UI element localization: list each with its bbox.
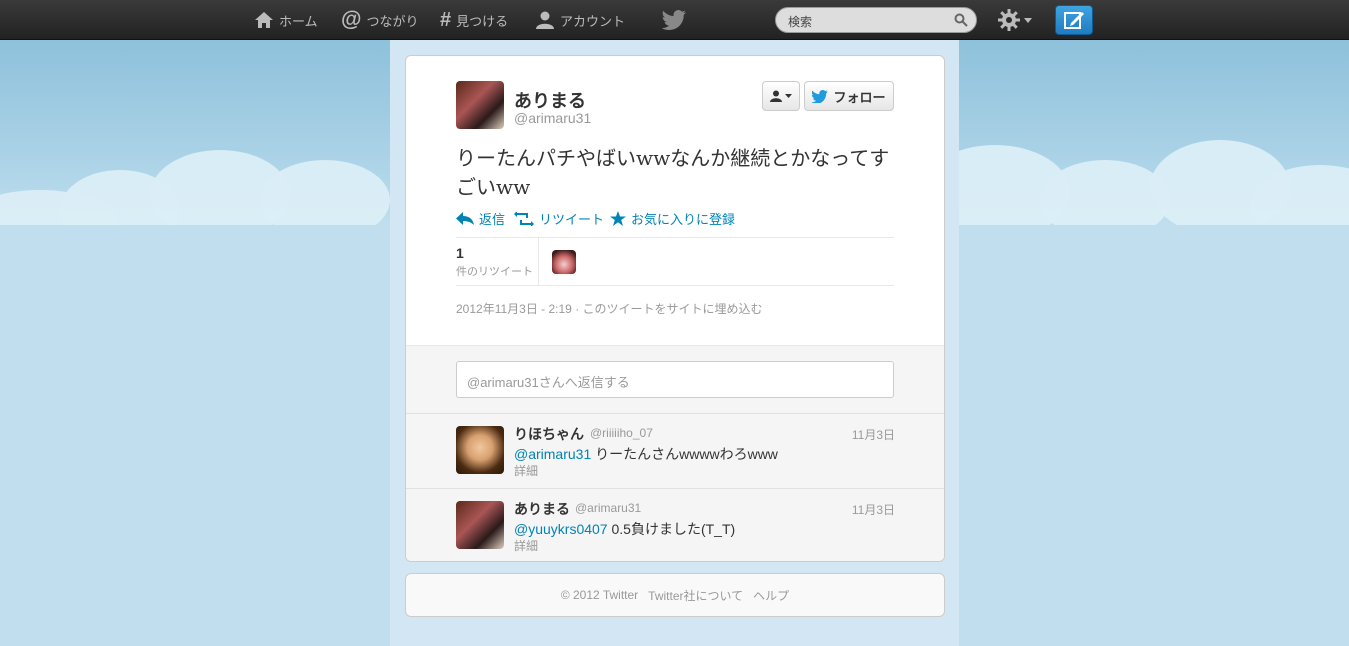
search-input[interactable]: 検索 bbox=[775, 7, 977, 33]
compose-tweet-button[interactable] bbox=[1055, 5, 1093, 35]
top-navigation-bar: ホーム @ つながり # 見つける アカウント 検索 bbox=[0, 0, 1349, 40]
nav-home-label: ホーム bbox=[279, 13, 318, 29]
reply-section: @arimaru31さんへ返信する りほちゃん @riiiiiho_07 11月… bbox=[406, 345, 944, 561]
reply-author-name[interactable]: りほちゃん bbox=[514, 424, 584, 444]
reply-placeholder: @arimaru31さんへ返信する bbox=[467, 375, 630, 390]
reply-detail-link[interactable]: 詳細 bbox=[514, 537, 538, 554]
reply-text: @arimaru31 りーたんさんwwwwわろwww bbox=[514, 444, 778, 464]
footer-about-link[interactable]: Twitter社について bbox=[648, 587, 743, 604]
reply-body: りーたんさんwwwwわろwww bbox=[591, 446, 778, 462]
chevron-down-icon bbox=[1024, 17, 1032, 23]
reply-action[interactable]: 返信 bbox=[456, 209, 505, 228]
reply-label: 返信 bbox=[479, 212, 506, 227]
divider bbox=[456, 285, 894, 286]
reply-author-handle[interactable]: @arimaru31 bbox=[575, 501, 641, 515]
stats-separator bbox=[538, 238, 539, 285]
user-actions-button[interactable] bbox=[762, 81, 800, 111]
chevron-down-icon bbox=[785, 94, 792, 98]
twitter-bird-icon bbox=[662, 10, 686, 30]
tweet-meta: 2012年11月3日 - 2:19 · このツイートをサイトに埋め込む bbox=[456, 302, 763, 316]
follow-label: フォロー bbox=[833, 89, 886, 105]
footer: © 2012 Twitter Twitter社について ヘルプ bbox=[405, 573, 945, 617]
retweet-icon bbox=[514, 211, 534, 226]
footer-copyright: © 2012 Twitter bbox=[560, 588, 639, 602]
reply-avatar[interactable] bbox=[456, 426, 504, 474]
follow-button[interactable]: フォロー bbox=[804, 81, 894, 111]
gear-icon bbox=[998, 9, 1020, 31]
nav-connect-label: つながり bbox=[366, 13, 419, 29]
user-icon bbox=[536, 11, 554, 29]
compose-icon bbox=[1064, 12, 1084, 29]
search-placeholder: 検索 bbox=[788, 15, 813, 29]
tweet-card: ありまる @arimaru31 フォロー りーたんパチやばいwwなんか継続とかな… bbox=[405, 55, 945, 562]
reply-author-handle[interactable]: @riiiiiho_07 bbox=[590, 426, 653, 440]
retweeter-avatar[interactable] bbox=[552, 250, 576, 274]
footer-help-link[interactable]: ヘルプ bbox=[753, 587, 789, 604]
reply-item[interactable]: ありまる @arimaru31 11月3日 @yuuykrs0407 0.5負け… bbox=[406, 488, 944, 561]
home-icon bbox=[255, 12, 273, 28]
user-icon bbox=[770, 90, 782, 102]
favorite-label: お気に入りに登録 bbox=[631, 212, 736, 227]
reply-date[interactable]: 11月3日 bbox=[852, 426, 895, 443]
reply-avatar[interactable] bbox=[456, 501, 504, 549]
reply-body: 0.5負けました(T_T) bbox=[607, 521, 736, 537]
settings-menu[interactable] bbox=[998, 9, 1032, 31]
author-avatar[interactable] bbox=[456, 81, 504, 129]
twitter-bird-icon bbox=[812, 89, 829, 103]
search-icon[interactable] bbox=[954, 13, 968, 27]
nav-connect[interactable]: @ つながり bbox=[341, 0, 419, 40]
hash-icon: # bbox=[440, 8, 452, 31]
reply-icon bbox=[456, 211, 474, 225]
reply-author-name[interactable]: ありまる bbox=[514, 499, 570, 519]
divider bbox=[456, 237, 894, 238]
nav-discover[interactable]: # 見つける bbox=[440, 0, 508, 40]
tweet-timestamp[interactable]: 2012年11月3日 - 2:19 bbox=[456, 302, 572, 316]
nav-home[interactable]: ホーム bbox=[254, 0, 318, 40]
star-icon bbox=[610, 211, 626, 226]
favorite-action[interactable]: お気に入りに登録 bbox=[610, 209, 735, 228]
nav-discover-label: 見つける bbox=[456, 13, 509, 29]
at-icon: @ bbox=[341, 8, 362, 31]
reply-mention[interactable]: @yuuykrs0407 bbox=[514, 521, 608, 537]
nav-account[interactable]: アカウント bbox=[535, 0, 625, 40]
retweet-count[interactable]: 1 bbox=[456, 245, 464, 261]
author-handle[interactable]: @arimaru31 bbox=[514, 110, 591, 126]
reply-input[interactable]: @arimaru31さんへ返信する bbox=[456, 361, 894, 398]
retweet-label: リツイート bbox=[539, 212, 605, 227]
reply-item[interactable]: りほちゃん @riiiiiho_07 11月3日 @arimaru31 りーたん… bbox=[406, 413, 944, 488]
reply-detail-link[interactable]: 詳細 bbox=[514, 462, 538, 479]
reply-mention[interactable]: @arimaru31 bbox=[514, 446, 591, 462]
tweet-text: りーたんパチやばいwwなんか継続とかなってすごいww bbox=[456, 146, 890, 199]
embed-tweet-link[interactable]: このツイートをサイトに埋め込む bbox=[583, 302, 763, 316]
reply-date[interactable]: 11月3日 bbox=[852, 501, 895, 518]
retweet-count-label: 件のリツイート bbox=[456, 266, 533, 278]
retweet-action[interactable]: リツイート bbox=[514, 209, 604, 228]
twitter-bird-logo[interactable] bbox=[662, 0, 691, 40]
nav-account-label: アカウント bbox=[560, 13, 626, 29]
reply-text: @yuuykrs0407 0.5負けました(T_T) bbox=[514, 519, 735, 539]
